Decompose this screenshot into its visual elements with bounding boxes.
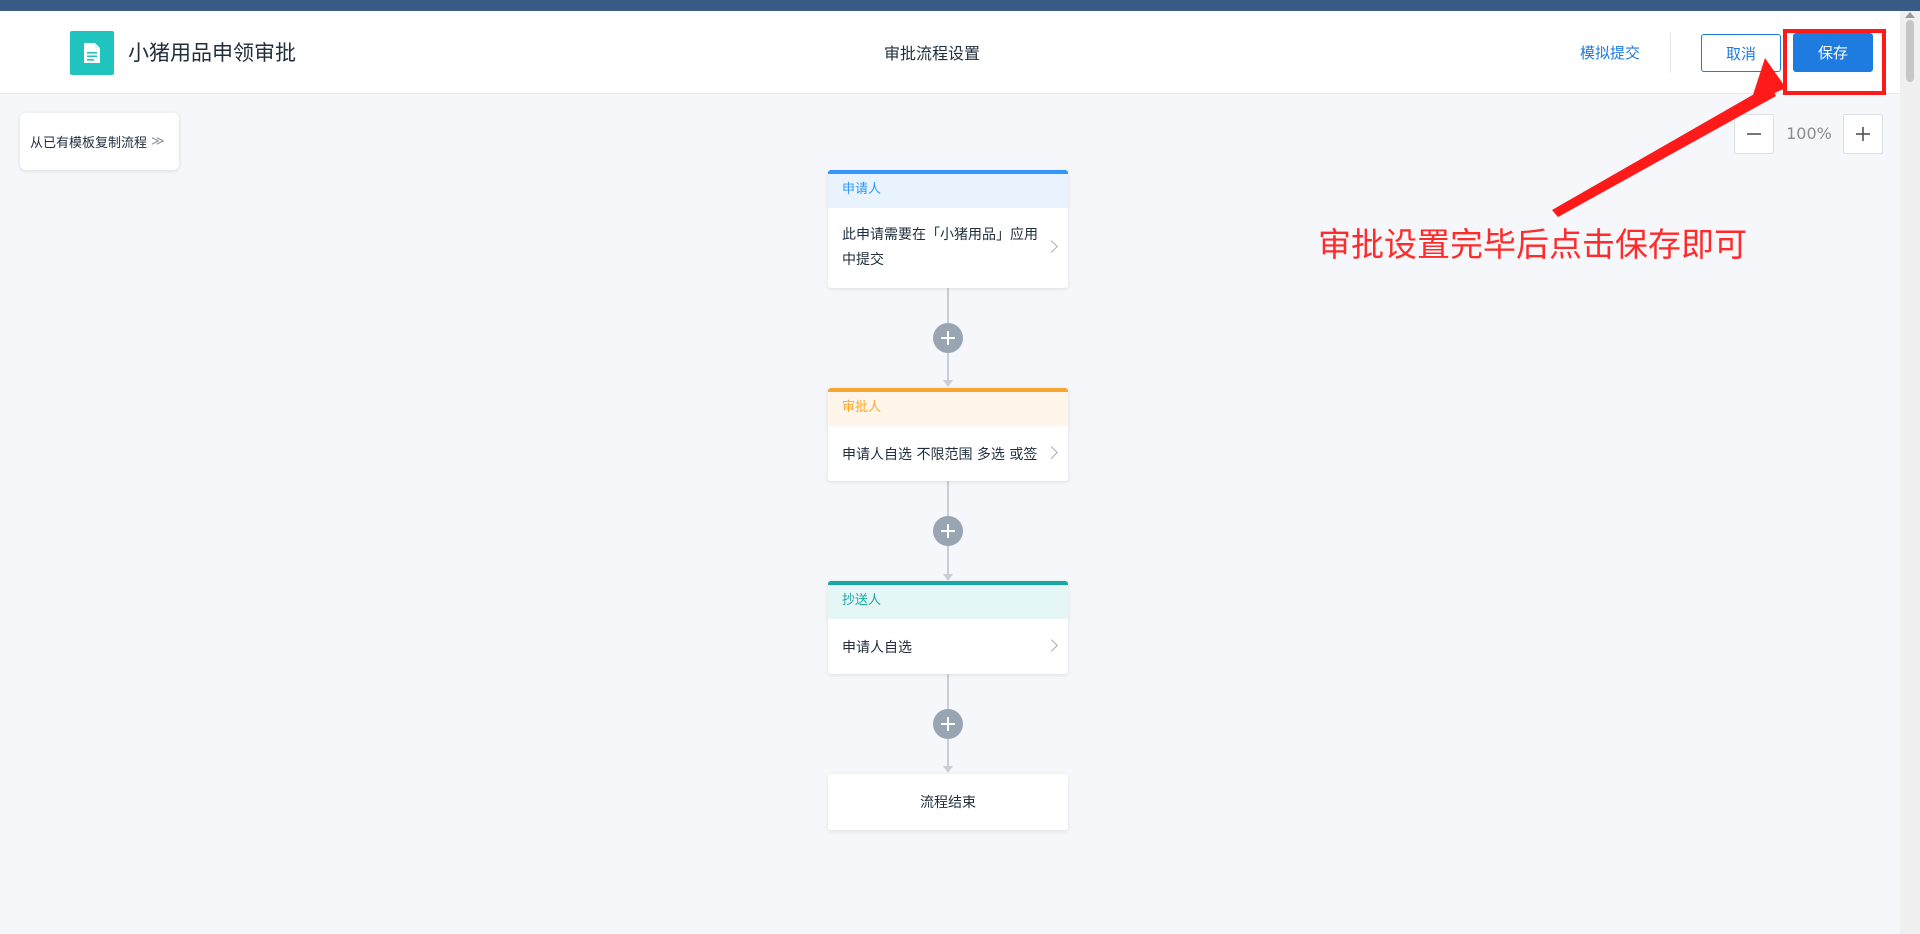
cc-node[interactable]: 抄送人 申请人自选 bbox=[828, 581, 1068, 674]
applicant-node-content: 此申请需要在「小猪用品」应用中提交 bbox=[842, 227, 1038, 268]
copy-from-template-label: 从已有模板复制流程 bbox=[30, 136, 148, 151]
save-highlight-box bbox=[1783, 29, 1886, 95]
approver-node-title: 审批人 bbox=[828, 392, 1068, 426]
chevron-right-icon bbox=[1045, 240, 1058, 253]
approver-node-content: 申请人自选 不限范围 多选 或签 bbox=[842, 446, 1038, 463]
vertical-scrollbar[interactable] bbox=[1900, 11, 1920, 934]
scrollbar-thumb[interactable] bbox=[1906, 20, 1914, 82]
annotation-arrow-icon bbox=[1552, 58, 1786, 217]
document-icon bbox=[70, 31, 114, 75]
plus-icon bbox=[1856, 127, 1870, 141]
add-node-icon bbox=[941, 524, 955, 538]
chevron-right-icon bbox=[1045, 445, 1058, 459]
window-top-strip bbox=[0, 0, 1920, 11]
applicant-node[interactable]: 申请人 此申请需要在「小猪用品」应用中提交 bbox=[828, 170, 1068, 288]
cc-node-content: 申请人自选 bbox=[842, 639, 912, 656]
zoom-in-button[interactable] bbox=[1843, 114, 1883, 154]
flow-connector-arrow bbox=[943, 574, 953, 581]
flow-connector-arrow bbox=[943, 380, 953, 387]
approver-node-body: 申请人自选 不限范围 多选 或签 bbox=[828, 426, 1068, 481]
chevron-right-icon bbox=[1045, 638, 1058, 652]
approver-node[interactable]: 审批人 申请人自选 不限范围 多选 或签 bbox=[828, 388, 1068, 481]
applicant-node-title: 申请人 bbox=[828, 174, 1068, 208]
page-title: 审批流程设置 bbox=[884, 44, 981, 63]
add-node-button[interactable] bbox=[933, 516, 963, 546]
copy-from-template-button[interactable]: 从已有模板复制流程 ≫ bbox=[20, 113, 179, 170]
cc-node-body: 申请人自选 bbox=[828, 619, 1068, 674]
app-title: 小猪用品申领审批 bbox=[128, 41, 296, 65]
add-node-button[interactable] bbox=[933, 323, 963, 353]
add-node-icon bbox=[941, 331, 955, 345]
double-chevron-right-icon: ≫ bbox=[151, 134, 165, 149]
cc-node-title: 抄送人 bbox=[828, 585, 1068, 619]
applicant-node-body: 此申请需要在「小猪用品」应用中提交 bbox=[828, 208, 1068, 288]
annotation-text: 审批设置完毕后点击保存即可 bbox=[1318, 225, 1747, 264]
flow-connector-arrow bbox=[943, 766, 953, 773]
scroll-up-arrow-icon[interactable] bbox=[1905, 12, 1915, 18]
add-node-icon bbox=[941, 717, 955, 731]
flow-end-node: 流程结束 bbox=[828, 774, 1068, 830]
add-node-button[interactable] bbox=[933, 709, 963, 739]
